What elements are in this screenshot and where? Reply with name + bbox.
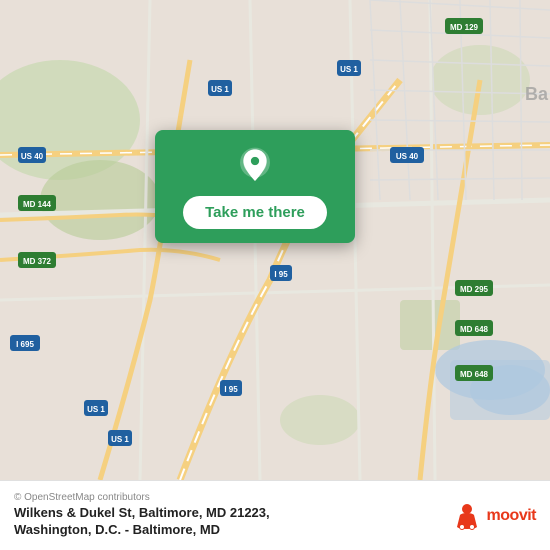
svg-text:US 40: US 40 <box>396 152 419 161</box>
location-pin-icon <box>235 146 275 186</box>
svg-text:I 95: I 95 <box>274 270 288 279</box>
address-text: Wilkens & Dukel St, Baltimore, MD 21223,… <box>14 505 452 539</box>
svg-text:MD 129: MD 129 <box>450 23 479 32</box>
svg-text:MD 648: MD 648 <box>460 325 489 334</box>
footer-info: © OpenStreetMap contributors Wilkens & D… <box>14 492 452 539</box>
svg-text:US 1: US 1 <box>340 65 358 74</box>
svg-text:MD 648: MD 648 <box>460 370 489 379</box>
svg-text:US 1: US 1 <box>87 405 105 414</box>
svg-text:MD 295: MD 295 <box>460 285 489 294</box>
moovit-logo: moovit <box>452 501 536 531</box>
footer: © OpenStreetMap contributors Wilkens & D… <box>0 480 550 550</box>
moovit-brand-icon <box>452 501 482 531</box>
moovit-brand-name: moovit <box>487 507 536 525</box>
address-line2: Washington, D.C. - Baltimore, MD <box>14 522 220 537</box>
svg-text:MD 372: MD 372 <box>23 257 52 266</box>
svg-text:US 1: US 1 <box>211 85 229 94</box>
map-background: US 40 US 40 US 1 US 1 I 95 I 95 MD 295 M… <box>0 0 550 480</box>
svg-text:US 1: US 1 <box>111 435 129 444</box>
take-me-there-button[interactable]: Take me there <box>183 196 327 229</box>
copyright-text: © OpenStreetMap contributors <box>14 492 452 503</box>
svg-text:Ba: Ba <box>525 84 549 104</box>
svg-text:I 695: I 695 <box>16 340 34 349</box>
svg-text:US 40: US 40 <box>21 152 44 161</box>
svg-text:I 95: I 95 <box>224 385 238 394</box>
address-line1: Wilkens & Dukel St, Baltimore, MD 21223, <box>14 505 270 520</box>
svg-text:MD 144: MD 144 <box>23 200 52 209</box>
destination-card: Take me there <box>155 130 355 243</box>
